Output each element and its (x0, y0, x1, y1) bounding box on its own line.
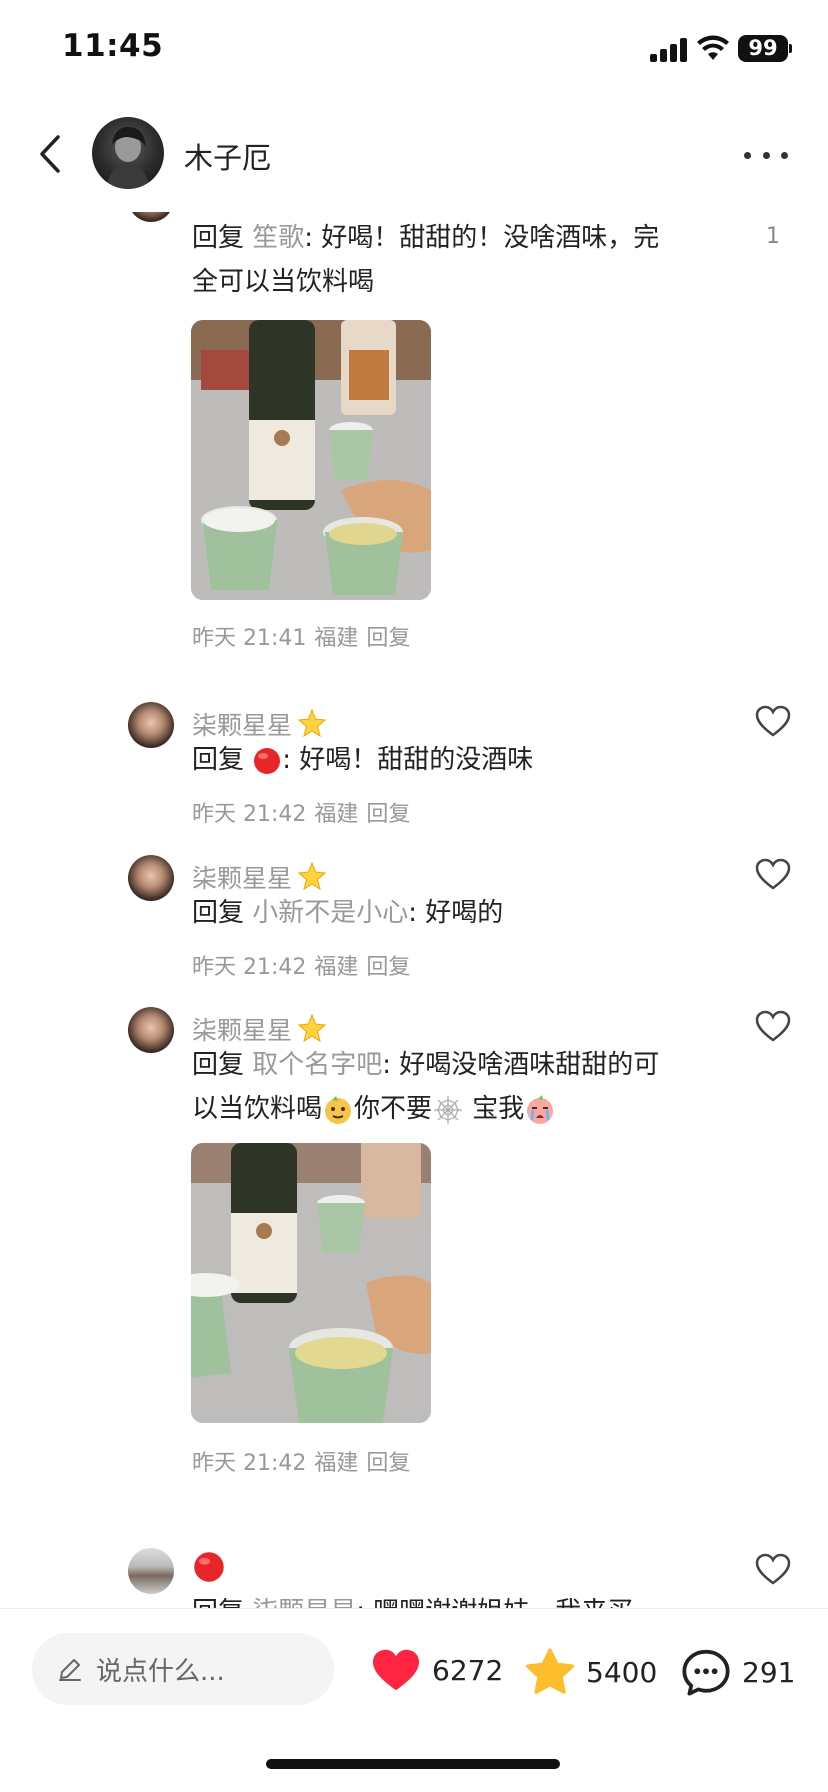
mention-link[interactable]: 柒颗星星 (252, 1597, 356, 1608)
red-circle-emoji-icon (194, 1552, 224, 1582)
status-time: 11:45 (62, 28, 164, 64)
author-name[interactable]: 木子厄 (184, 135, 271, 177)
wine-photo-image (191, 320, 431, 600)
comment-photo[interactable] (191, 320, 431, 600)
heart-outline-icon[interactable] (754, 704, 792, 738)
reply-button[interactable]: 回复 (366, 802, 410, 827)
comment-count: 291 (742, 1655, 796, 1689)
sparkle-star-icon (297, 861, 327, 891)
comment-text[interactable]: 回复 小新不是小心: 好喝的 (192, 891, 712, 935)
mention-link[interactable]: 笙歌 (252, 223, 304, 253)
heart-outline-icon[interactable] (754, 1552, 792, 1586)
comment-meta: 昨天 21:41 福建 回复 (192, 626, 411, 651)
crying-emoji-icon (527, 1094, 554, 1124)
back-button[interactable] (30, 126, 70, 182)
commenter-avatar[interactable] (128, 1548, 174, 1594)
reply-button[interactable]: 回复 (366, 955, 410, 980)
status-bar: 11:45 99 (0, 0, 828, 100)
commenter-avatar[interactable] (128, 702, 174, 748)
home-indicator[interactable] (266, 1759, 560, 1769)
favorite-button[interactable]: 5400 (524, 1647, 657, 1697)
star-filled-icon (525, 1648, 575, 1694)
battery-icon: 99 (738, 35, 788, 62)
sparkle-star-icon (297, 708, 327, 738)
bottom-action-bar: 说点什么... 6272 5400 291 (0, 1608, 828, 1792)
reply-button[interactable]: 回复 (366, 1451, 410, 1476)
comment-input[interactable]: 说点什么... (32, 1633, 334, 1705)
comments-button[interactable]: 291 (680, 1647, 795, 1697)
battery-nub (789, 44, 792, 53)
dot-icon (781, 151, 788, 159)
comment-meta: 昨天 21:42 福建 回复 (192, 955, 411, 980)
avatar-image (106, 127, 150, 189)
smirk-emoji-icon (325, 1095, 352, 1124)
dot-icon (762, 151, 770, 159)
comment-text[interactable]: 回复 : 好喝！甜甜的没酒味 (192, 738, 712, 782)
wine-photo-image (191, 1143, 431, 1423)
comments-list[interactable]: 回复 笙歌: 好喝！甜甜的！没啥酒味，完 全可以当饮料喝 1 昨天 21:41 … (0, 212, 828, 1608)
commenter-avatar[interactable] (128, 855, 174, 901)
chevron-left-icon (40, 135, 60, 173)
commenter-name[interactable]: 柒颗星星 (192, 859, 328, 895)
commenter-name[interactable]: 柒颗星星 (192, 1011, 328, 1047)
favorite-count: 5400 (586, 1655, 658, 1689)
comment-text[interactable]: 回复 柒颗星星: 嘿嘿谢谢姐妹，我来买 (192, 1590, 712, 1608)
commenter-avatar[interactable] (128, 1007, 174, 1053)
heart-outline-icon[interactable] (754, 857, 792, 891)
comment-meta: 昨天 21:42 福建 回复 (192, 1451, 411, 1476)
pencil-icon (59, 1659, 81, 1681)
sparkle-star-icon (297, 1013, 327, 1043)
signal-icon (650, 38, 688, 62)
heart-filled-icon (373, 1649, 419, 1691)
commenter-name[interactable]: 柒颗星星 (192, 706, 328, 742)
mention-link[interactable]: 小新不是小心 (252, 898, 408, 928)
like-button[interactable]: 6272 (370, 1647, 503, 1693)
dot-icon (744, 151, 751, 159)
mention-link[interactable]: 取个名字吧 (252, 1050, 382, 1080)
commenter-name[interactable] (192, 1550, 226, 1584)
comment-photo[interactable] (191, 1143, 431, 1423)
chat-bubble-icon (682, 1649, 730, 1696)
author-avatar[interactable] (92, 117, 164, 189)
like-count: 6272 (432, 1653, 504, 1687)
post-header: 木子厄 (0, 100, 828, 212)
comment-text[interactable]: 回复 笙歌: 好喝！甜甜的！没啥酒味，完 全可以当饮料喝 (192, 216, 712, 304)
spider-web-emoji-icon (434, 1095, 463, 1124)
comment-text[interactable]: 回复 取个名字吧: 好喝没啥酒味甜甜的可 以当饮料喝 你不要 宝我 (192, 1043, 712, 1131)
red-circle-emoji-icon (254, 747, 281, 774)
wifi-icon (697, 35, 729, 60)
input-placeholder: 说点什么... (96, 1656, 225, 1687)
like-count: 1 (766, 224, 780, 249)
commenter-avatar[interactable] (128, 212, 174, 222)
more-options-button[interactable] (744, 140, 788, 170)
comment-meta: 昨天 21:42 福建 回复 (192, 802, 411, 827)
reply-button[interactable]: 回复 (366, 626, 410, 651)
heart-outline-icon[interactable] (754, 1009, 792, 1043)
